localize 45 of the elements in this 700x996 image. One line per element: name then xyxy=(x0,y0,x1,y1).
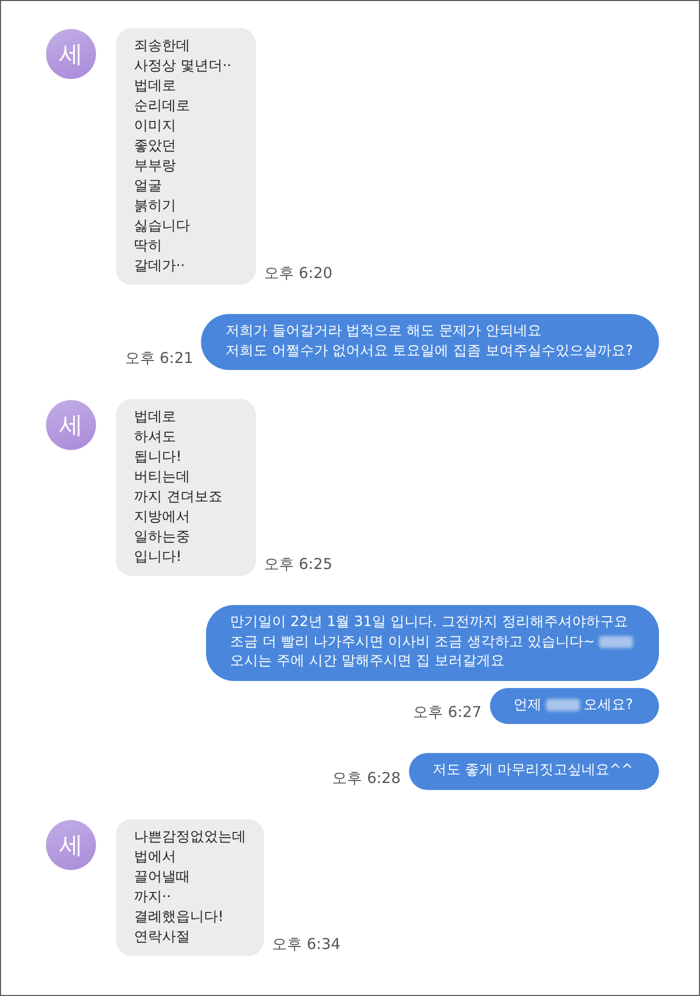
message-text: 까지 견뎌보죠 xyxy=(134,488,222,507)
message-text: 만기일이 22년 1월 31일 입니다. 그전까지 정리해주셔야하구요 xyxy=(230,613,628,632)
message-text: 버티는데 xyxy=(134,468,190,487)
message-text: 오세요? xyxy=(584,696,633,714)
message-time: 오후 6:34 xyxy=(272,934,340,954)
message-text: 순리데로 xyxy=(134,97,190,116)
message-text: 딱히 xyxy=(134,237,162,256)
message-time: 오후 6:25 xyxy=(264,555,332,574)
message-text: 사정상 몇년더·· xyxy=(134,57,232,76)
message-text: 지방에서 xyxy=(134,508,190,527)
message-time: 오후 6:28 xyxy=(332,768,401,788)
message-text: 일하는중 xyxy=(134,528,190,547)
message-text: 연락사절 xyxy=(134,928,190,946)
message-text: 죄송한데 xyxy=(134,37,190,56)
message-text: 좋았던 xyxy=(134,137,176,156)
message-text: 저희가 들어갈거라 법적으로 해도 문제가 안되네요 xyxy=(225,322,542,341)
message-text: 저도 좋게 마무리짓고싶네요^^ xyxy=(432,761,633,780)
message-text: 저희도 어쩔수가 없어서요 토요일에 집좀 보여주실수있으실까요? xyxy=(225,342,633,360)
message-text: 싫습니다 xyxy=(134,217,190,236)
redaction-blur xyxy=(599,636,633,648)
message-text: 법에서 xyxy=(134,848,176,866)
message-text: 나쁜감정없었는데 xyxy=(134,828,246,846)
message-text: 됩니다! xyxy=(134,448,182,467)
message-text: 갈데가·· xyxy=(134,257,185,276)
message-text: 까지·· xyxy=(134,888,171,906)
message-text: 법데로 xyxy=(134,77,176,96)
message-text: 끌어낼때 xyxy=(134,868,190,886)
message-text: 입니다! xyxy=(134,548,182,567)
message-time: 오후 6:27 xyxy=(413,703,482,722)
message-text: 조금 더 빨리 나가주시면 이사비 조금 생각하고 있습니다~ xyxy=(230,632,595,652)
avatar[interactable]: 세 xyxy=(46,400,96,450)
message-text: 하셔도 xyxy=(134,428,176,447)
message-text: 부부랑 xyxy=(134,157,176,176)
message-time: 오후 6:20 xyxy=(264,264,332,283)
message-text: 언제 xyxy=(514,696,542,714)
avatar[interactable]: 세 xyxy=(46,820,96,870)
redaction-blur xyxy=(546,699,580,712)
message-text: 법데로 xyxy=(134,408,176,427)
avatar[interactable]: 세 xyxy=(46,29,96,79)
message-text: 얼굴 xyxy=(134,177,162,196)
message-text: 결례했읍니다! xyxy=(134,908,224,926)
message-text: 이미지 xyxy=(134,117,176,136)
message-text: 오시는 주에 시간 말해주시면 집 보러갈게요 xyxy=(230,652,504,671)
message-text: 붉히기 xyxy=(134,197,176,216)
message-time: 오후 6:21 xyxy=(124,349,194,368)
